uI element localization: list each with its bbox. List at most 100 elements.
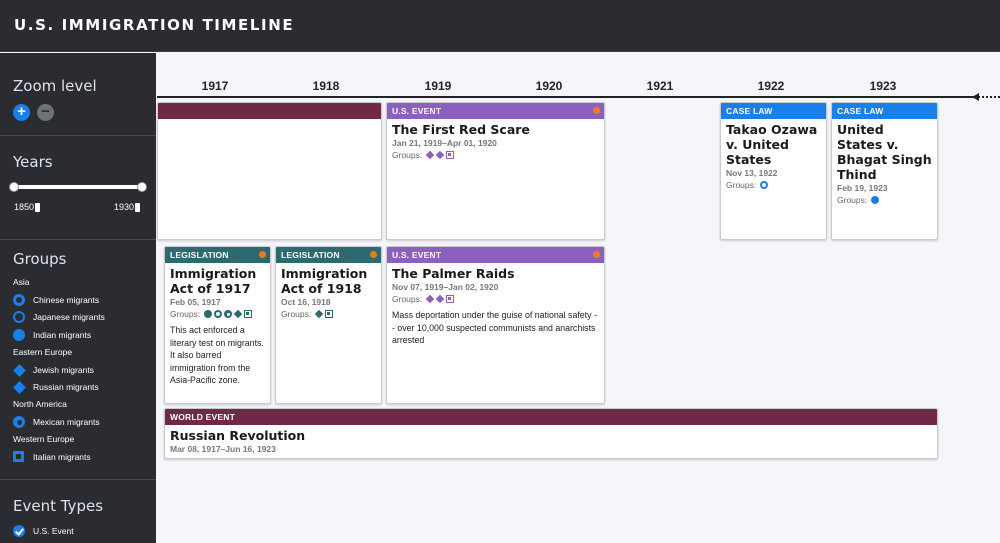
card-groups: Groups: bbox=[721, 178, 826, 190]
card-description: This act enforced a literary test on mig… bbox=[170, 325, 264, 385]
gear-icon bbox=[13, 416, 25, 428]
card-title: The Palmer Raids bbox=[392, 266, 515, 281]
card-title: United States v. Bhagat Singh Thind bbox=[837, 122, 932, 182]
square-icon bbox=[325, 310, 334, 318]
card-date: Jan 21, 1919–Apr 01, 1920 bbox=[392, 138, 497, 148]
year-label-1917: 1917 bbox=[201, 79, 229, 93]
card-type-bar: LEGISLATION bbox=[165, 247, 270, 263]
card-groups: Groups: bbox=[832, 193, 937, 205]
card-type-label: U.S. EVENT bbox=[392, 106, 442, 116]
event-card-russian-revolution[interactable]: WORLD EVENT Russian Revolution Mar 08, 1… bbox=[164, 408, 938, 459]
card-type-label: CASE LAW bbox=[726, 106, 773, 116]
group-item-mexican[interactable]: Mexican migrants bbox=[13, 416, 100, 428]
group-item-jewish[interactable]: Jewish migrants bbox=[12, 363, 94, 377]
event-card-palmer-raids[interactable]: U.S. EVENT The Palmer Raids Nov 07, 1919… bbox=[386, 246, 605, 404]
zoom-in-button[interactable]: + bbox=[13, 104, 30, 121]
card-type-label: LEGISLATION bbox=[170, 250, 229, 260]
circle-solid-icon bbox=[871, 196, 880, 204]
card-type-bar: LEGISLATION bbox=[276, 247, 381, 263]
card-type-bar bbox=[158, 103, 381, 119]
card-title: Immigration Act of 1918 bbox=[281, 266, 368, 296]
group-item-chinese[interactable]: Chinese migrants bbox=[13, 294, 99, 306]
square-icon bbox=[244, 310, 253, 318]
square-icon bbox=[13, 451, 24, 462]
circle-outline-icon bbox=[214, 310, 223, 318]
card-title: Takao Ozawa v. United States bbox=[726, 122, 818, 167]
card-title: The First Red Scare bbox=[392, 122, 530, 137]
app-title: U.S. IMMIGRATION TIMELINE bbox=[14, 16, 295, 34]
card-type-bar: U.S. EVENT bbox=[387, 247, 604, 263]
card-groups: Groups: bbox=[165, 307, 270, 319]
card-type-label: CASE LAW bbox=[837, 106, 884, 116]
zoom-out-button[interactable]: − bbox=[37, 104, 54, 121]
year-max-input[interactable]: 1930 bbox=[114, 202, 141, 213]
status-dot-icon bbox=[593, 251, 600, 258]
sidebar: Zoom level + − Years 1850 1930 Groups As… bbox=[0, 53, 156, 543]
year-label-1922: 1922 bbox=[757, 79, 785, 93]
card-groups: Groups: bbox=[276, 307, 381, 319]
year-label-1918: 1918 bbox=[312, 79, 340, 93]
group-region-asia: Asia bbox=[13, 277, 30, 287]
groups-section: Groups bbox=[0, 240, 156, 480]
event-card-partial[interactable] bbox=[157, 102, 382, 240]
card-type-label: LEGISLATION bbox=[281, 250, 340, 260]
spinner-icon[interactable] bbox=[35, 203, 41, 213]
event-card-act-1917[interactable]: LEGISLATION Immigration Act of 1917 Feb … bbox=[164, 246, 271, 404]
group-item-indian[interactable]: Indian migrants bbox=[13, 329, 91, 341]
year-max-handle[interactable] bbox=[137, 182, 147, 192]
card-date: Feb 19, 1923 bbox=[837, 183, 888, 193]
card-date: Mar 08, 1917–Jun 16, 1923 bbox=[170, 444, 276, 454]
diamond-icon bbox=[315, 310, 323, 318]
status-dot-icon bbox=[259, 251, 266, 258]
circle-outline-icon bbox=[13, 311, 25, 323]
checkbox-checked-icon[interactable] bbox=[13, 525, 25, 537]
year-label-1919: 1919 bbox=[424, 79, 452, 93]
event-card-ozawa[interactable]: CASE LAW Takao Ozawa v. United States No… bbox=[720, 102, 827, 240]
group-item-japanese[interactable]: Japanese migrants bbox=[13, 311, 105, 323]
status-dot-icon bbox=[370, 251, 377, 258]
gear-icon bbox=[224, 310, 233, 318]
diamond-icon bbox=[426, 151, 434, 159]
zoom-section: Zoom level + − bbox=[0, 53, 156, 136]
event-card-red-scare[interactable]: U.S. EVENT The First Red Scare Jan 21, 1… bbox=[386, 102, 605, 240]
diamond-icon bbox=[436, 151, 444, 159]
groups-title: Groups bbox=[13, 250, 67, 268]
group-item-russian[interactable]: Russian migrants bbox=[12, 380, 99, 394]
circle-solid-icon bbox=[13, 329, 25, 341]
spinner-icon[interactable] bbox=[135, 203, 141, 213]
card-type-bar: WORLD EVENT bbox=[165, 409, 937, 425]
timeline-axis bbox=[157, 96, 975, 98]
square-icon bbox=[446, 295, 455, 303]
zoom-title: Zoom level bbox=[13, 77, 97, 95]
diamond-icon bbox=[426, 295, 434, 303]
group-region-eastern-europe: Eastern Europe bbox=[13, 347, 73, 357]
year-label-1923: 1923 bbox=[869, 79, 897, 93]
year-min-handle[interactable] bbox=[9, 182, 19, 192]
card-date: Oct 16, 1918 bbox=[281, 297, 331, 307]
year-label-1920: 1920 bbox=[535, 79, 563, 93]
year-label-1921: 1921 bbox=[646, 79, 674, 93]
card-date: Feb 05, 1917 bbox=[170, 297, 221, 307]
card-type-label: WORLD EVENT bbox=[170, 412, 236, 422]
card-title: Russian Revolution bbox=[170, 428, 306, 443]
axis-continuation bbox=[978, 96, 1000, 98]
circle-outline-icon bbox=[760, 181, 769, 189]
event-types-title: Event Types bbox=[13, 497, 104, 515]
event-card-act-1918[interactable]: LEGISLATION Immigration Act of 1918 Oct … bbox=[275, 246, 382, 404]
year-range-slider[interactable] bbox=[14, 185, 142, 189]
card-title: Immigration Act of 1917 bbox=[170, 266, 257, 296]
card-type-bar: U.S. EVENT bbox=[387, 103, 604, 119]
event-type-us-event[interactable]: U.S. Event bbox=[33, 526, 74, 536]
group-item-italian[interactable]: Italian migrants bbox=[13, 451, 91, 463]
group-region-north-america: North America bbox=[13, 399, 67, 409]
card-date: Nov 07, 1919–Jan 02, 1920 bbox=[392, 282, 499, 292]
event-card-thind[interactable]: CASE LAW United States v. Bhagat Singh T… bbox=[831, 102, 938, 240]
status-dot-icon bbox=[593, 107, 600, 114]
diamond-icon bbox=[12, 380, 26, 394]
year-min-input[interactable]: 1850 bbox=[14, 202, 41, 213]
card-groups: Groups: bbox=[387, 148, 604, 160]
card-type-bar: CASE LAW bbox=[832, 103, 937, 119]
card-description: Mass deportation under the guise of nati… bbox=[392, 310, 597, 345]
ring-icon bbox=[13, 294, 25, 306]
card-type-label: U.S. EVENT bbox=[392, 250, 442, 260]
